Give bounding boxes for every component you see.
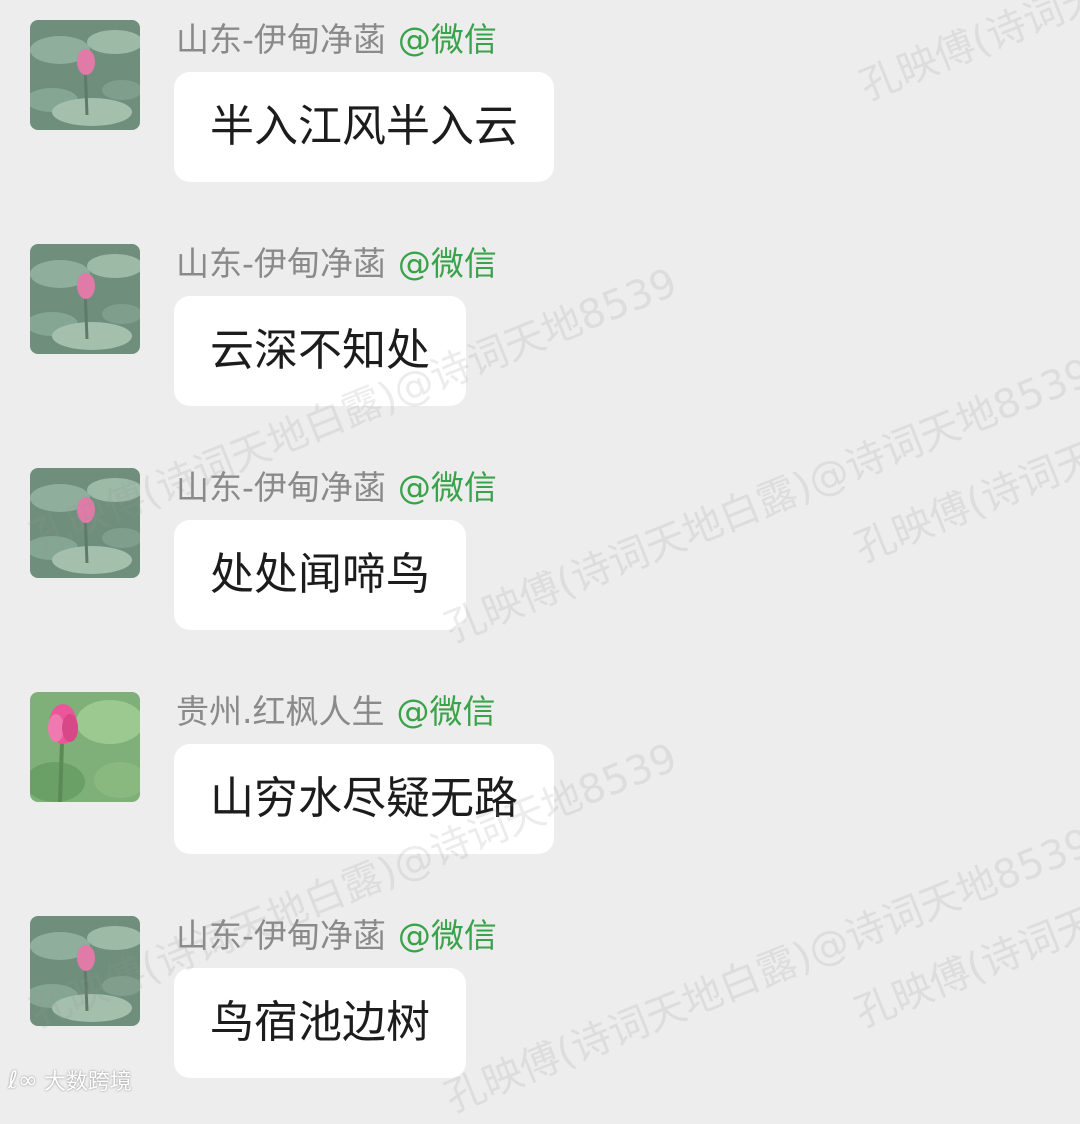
brand-logo-icon: ℓ∞ bbox=[8, 1066, 38, 1094]
sender-name[interactable]: 山东-伊甸净菡 bbox=[176, 468, 386, 507]
avatar[interactable] bbox=[30, 244, 140, 354]
sender-name[interactable]: 山东-伊甸净菡 bbox=[176, 244, 386, 283]
avatar[interactable] bbox=[30, 20, 140, 130]
lotus-bud-icon bbox=[30, 20, 140, 130]
avatar[interactable] bbox=[30, 916, 140, 1026]
sender-line: 山东-伊甸净菡 @微信 bbox=[176, 242, 497, 286]
brand-logo-text: 大数跨境 bbox=[43, 1070, 132, 1095]
message-row: 山东-伊甸净菡 @微信 半入江风半入云 bbox=[0, 0, 1080, 224]
message-row: 贵州.红枫人生 @微信 山穷水尽疑无路 bbox=[0, 672, 1080, 896]
source-tag: @微信 bbox=[397, 244, 497, 283]
avatar[interactable] bbox=[30, 468, 140, 578]
lotus-bud-icon bbox=[30, 468, 140, 578]
message-row: 山东-伊甸净菡 @微信 云深不知处 bbox=[0, 224, 1080, 448]
lotus-bud-icon bbox=[30, 916, 140, 1026]
sender-line: 山东-伊甸净菡 @微信 bbox=[176, 914, 497, 958]
source-tag: @微信 bbox=[397, 20, 497, 59]
message-bubble[interactable]: 云深不知处 bbox=[174, 296, 466, 406]
lotus-bud-icon bbox=[30, 244, 140, 354]
source-tag: @微信 bbox=[396, 692, 496, 731]
chat-message-list: 山东-伊甸净菡 @微信 半入江风半入云 山东-伊甸净菡 @微信 云深不知处 山东… bbox=[0, 0, 1080, 1103]
source-tag: @微信 bbox=[397, 916, 497, 955]
message-bubble[interactable]: 处处闻啼鸟 bbox=[174, 520, 466, 630]
corner-logo: ℓ∞ 大数跨境 bbox=[8, 1063, 132, 1097]
message-row: 山东-伊甸净菡 @微信 鸟宿池边树 bbox=[0, 896, 1080, 1120]
sender-name[interactable]: 山东-伊甸净菡 bbox=[176, 916, 386, 955]
pink-lotus-icon bbox=[30, 692, 140, 802]
avatar[interactable] bbox=[30, 692, 140, 802]
sender-line: 贵州.红枫人生 @微信 bbox=[176, 690, 496, 734]
sender-line: 山东-伊甸净菡 @微信 bbox=[176, 466, 497, 510]
message-bubble[interactable]: 半入江风半入云 bbox=[174, 72, 554, 182]
source-tag: @微信 bbox=[397, 468, 497, 507]
sender-line: 山东-伊甸净菡 @微信 bbox=[176, 18, 497, 62]
message-bubble[interactable]: 山穷水尽疑无路 bbox=[174, 744, 554, 854]
message-row: 山东-伊甸净菡 @微信 处处闻啼鸟 bbox=[0, 448, 1080, 672]
message-bubble[interactable]: 鸟宿池边树 bbox=[174, 968, 466, 1078]
sender-name[interactable]: 山东-伊甸净菡 bbox=[176, 20, 386, 59]
sender-name[interactable]: 贵州.红枫人生 bbox=[176, 692, 385, 731]
